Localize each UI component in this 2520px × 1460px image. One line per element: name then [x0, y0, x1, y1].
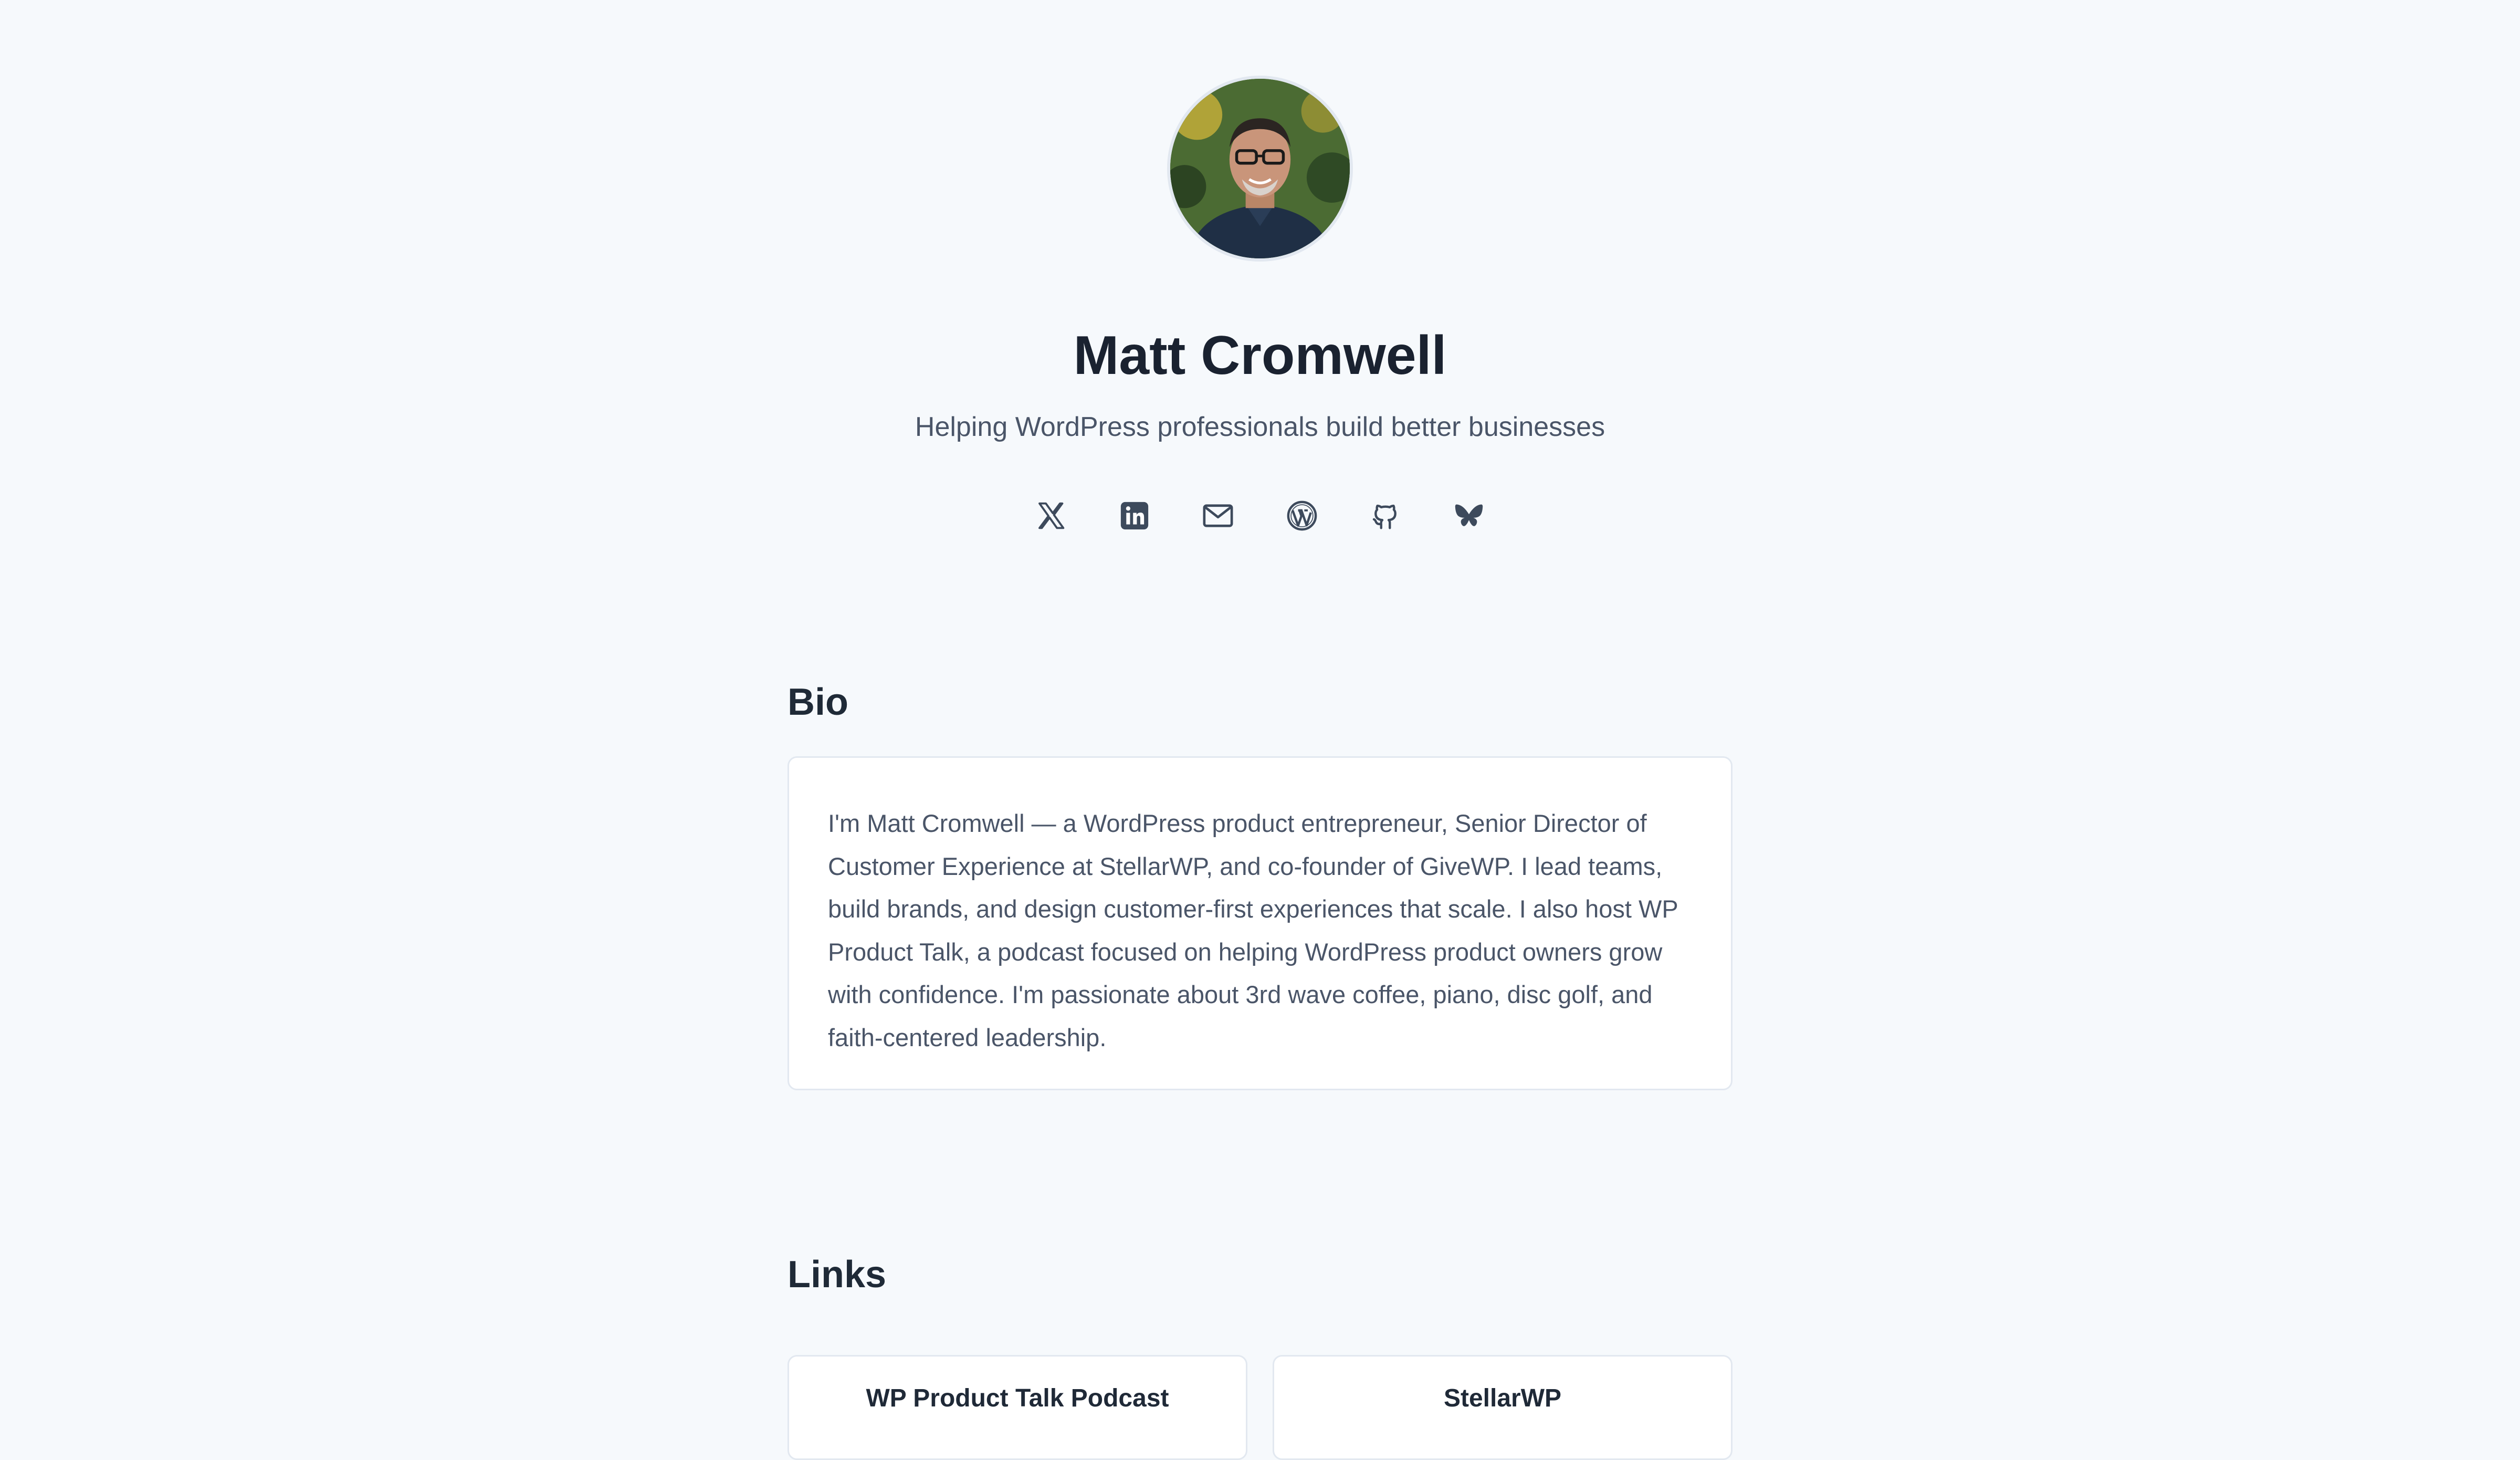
linkedin-link[interactable] [1112, 494, 1157, 538]
mail-icon [1203, 504, 1233, 527]
wordpress-link[interactable] [1280, 494, 1324, 538]
x-twitter-icon [1038, 502, 1065, 529]
bluesky-link[interactable] [1447, 494, 1491, 538]
profile-name: Matt Cromwell [1073, 325, 1447, 386]
links-heading: Links [788, 1254, 887, 1296]
email-link[interactable] [1196, 494, 1240, 538]
x-twitter-link[interactable] [1029, 494, 1073, 538]
bio-heading: Bio [788, 681, 848, 723]
linkedin-icon [1121, 502, 1149, 530]
github-icon [1372, 504, 1396, 529]
bio-card: I'm Matt Cromwell — a WordPress product … [788, 756, 1732, 1090]
profile-tagline: Helping WordPress professionals build be… [915, 412, 1605, 442]
github-link[interactable] [1363, 494, 1408, 538]
bluesky-icon [1455, 504, 1483, 526]
social-links [1029, 494, 1491, 538]
link-card-stellarwp[interactable]: StellarWP [1273, 1355, 1732, 1460]
avatar-photo [1170, 79, 1350, 258]
bio-text: I'm Matt Cromwell — a WordPress product … [828, 809, 1678, 1051]
wordpress-icon [1287, 500, 1317, 531]
link-card-wp-product-talk[interactable]: WP Product Talk Podcast [788, 1355, 1247, 1460]
profile-page: Matt Cromwell Helping WordPress professi… [0, 0, 2520, 1460]
avatar [1167, 76, 1353, 262]
